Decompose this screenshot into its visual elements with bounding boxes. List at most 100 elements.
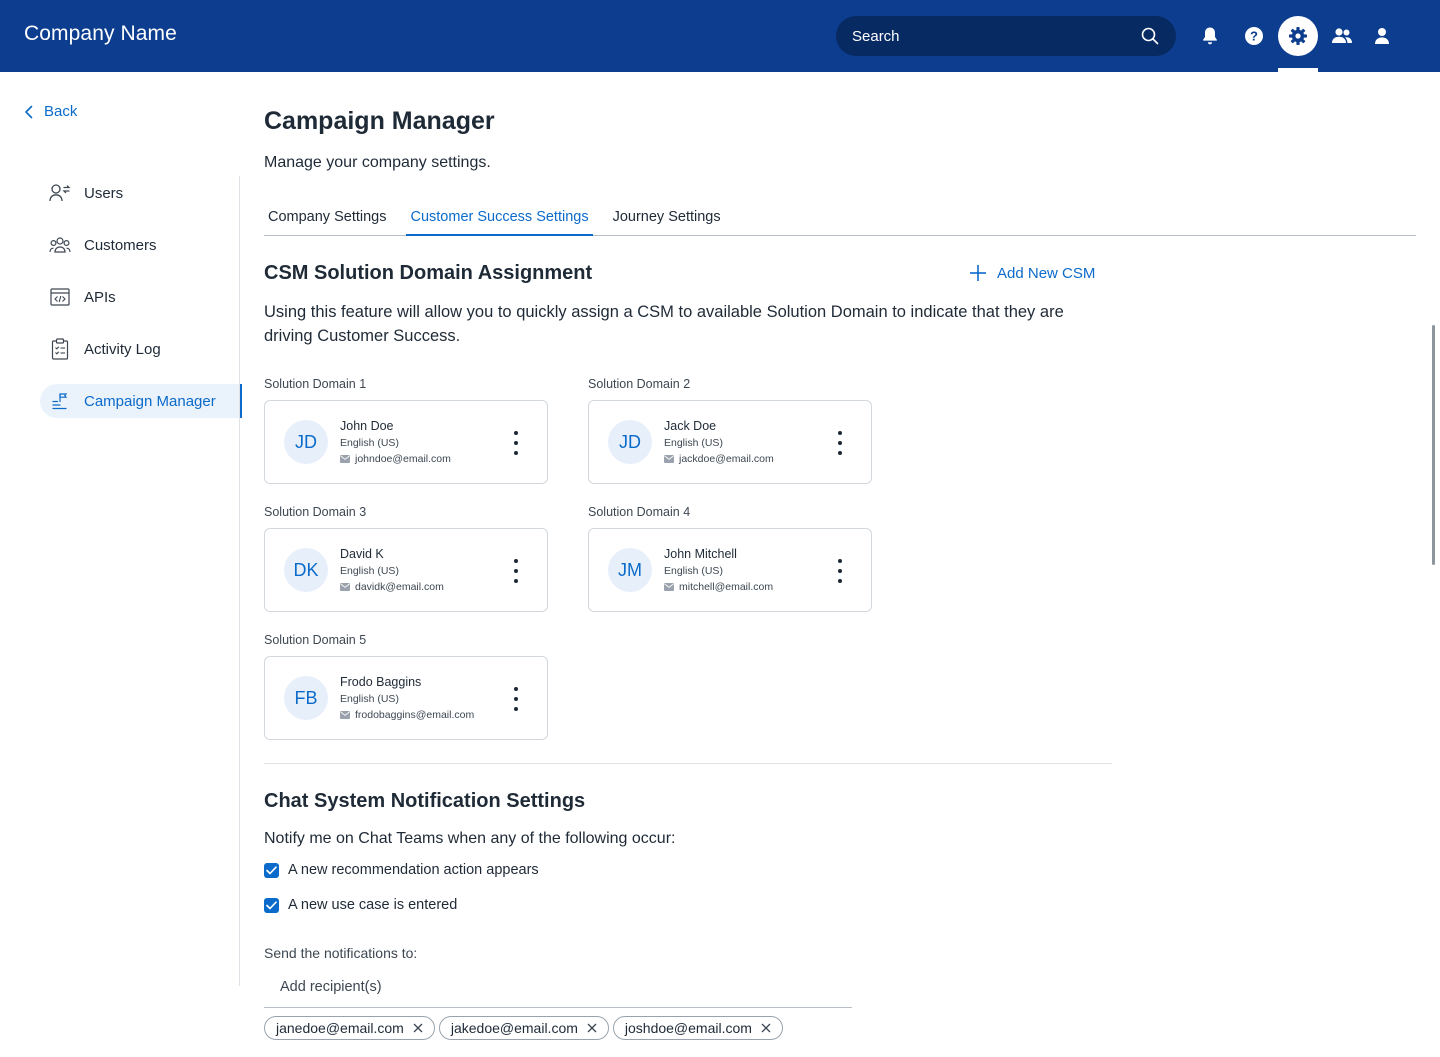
recipient-input[interactable]: Add recipient(s) — [264, 972, 852, 1008]
close-icon[interactable] — [586, 1022, 598, 1034]
plus-icon — [970, 265, 986, 281]
recipient-chips: janedoe@email.com jakedoe@email.com josh… — [264, 1016, 864, 1040]
csm-name: Jack Doe — [664, 419, 717, 433]
csm-email-text: johndoe@email.com — [355, 453, 451, 465]
mail-icon — [340, 711, 350, 719]
domain-label: Solution Domain 1 — [264, 377, 367, 391]
csm-language: English (US) — [664, 565, 723, 577]
avatar: JD — [608, 420, 652, 464]
domain-label: Solution Domain 2 — [588, 377, 691, 391]
brand-name[interactable]: Company Name — [24, 22, 177, 46]
mail-icon — [340, 455, 350, 463]
tab-journey-settings[interactable]: Journey Settings — [609, 200, 725, 236]
checkbox-checked[interactable] — [264, 897, 279, 913]
csm-email-text: mitchell@email.com — [679, 581, 774, 593]
section-divider — [264, 763, 1112, 764]
notification-option[interactable]: A new use case is entered — [264, 897, 457, 913]
people-icon[interactable] — [1322, 16, 1362, 56]
more-options-icon[interactable] — [510, 687, 522, 711]
back-link[interactable]: Back — [24, 103, 77, 120]
customers-icon — [48, 233, 72, 257]
csm-email-text: davidk@email.com — [355, 581, 444, 593]
csm-email: frodobaggins@email.com — [340, 709, 474, 721]
more-options-icon[interactable] — [834, 559, 846, 583]
active-nav-indicator — [1278, 68, 1318, 72]
campaign-icon — [48, 389, 72, 413]
send-to-label: Send the notifications to: — [264, 945, 418, 961]
csm-email: jackdoe@email.com — [664, 453, 774, 465]
back-label: Back — [44, 103, 78, 120]
recipient-chip: jakedoe@email.com — [438, 1016, 609, 1040]
avatar: JD — [284, 420, 328, 464]
csm-language: English (US) — [340, 565, 399, 577]
csm-email-text: jackdoe@email.com — [679, 453, 774, 465]
more-options-icon[interactable] — [510, 431, 522, 455]
users-icon — [48, 181, 72, 205]
avatar: JM — [608, 548, 652, 592]
search-input[interactable]: Search — [852, 28, 1140, 45]
csm-email: johndoe@email.com — [340, 453, 451, 465]
svg-text:?: ? — [1250, 29, 1258, 44]
avatar: DK — [284, 548, 328, 592]
clipboard-icon — [48, 337, 72, 361]
sidebar-item-users[interactable]: Users — [40, 176, 240, 210]
settings-tabs: Company Settings Customer Success Settin… — [264, 200, 1416, 236]
csm-card: JD John Doe English (US) johndoe@email.c… — [264, 400, 548, 484]
recipient-chip: joshdoe@email.com — [612, 1016, 783, 1040]
csm-language: English (US) — [664, 437, 723, 449]
csm-card: JD Jack Doe English (US) jackdoe@email.c… — [588, 400, 872, 484]
domain-label: Solution Domain 3 — [264, 505, 367, 519]
user-icon[interactable] — [1362, 16, 1402, 56]
top-bar: Company Name Search ? — [0, 0, 1440, 72]
csm-name: John Doe — [340, 419, 394, 433]
csm-section-title: CSM Solution Domain Assignment — [264, 262, 593, 284]
close-icon[interactable] — [760, 1022, 772, 1034]
tab-company-settings[interactable]: Company Settings — [264, 200, 390, 236]
search-bar[interactable]: Search — [836, 16, 1176, 56]
bell-icon[interactable] — [1190, 16, 1230, 56]
check-icon — [266, 900, 277, 909]
mail-icon — [664, 583, 674, 591]
check-icon — [266, 865, 277, 874]
sidebar-item-label: Customers — [84, 236, 157, 254]
gear-icon[interactable] — [1278, 16, 1318, 56]
mail-icon — [340, 583, 350, 591]
sidebar-item-activity-log[interactable]: Activity Log — [40, 332, 240, 366]
help-icon[interactable]: ? — [1234, 16, 1274, 56]
recipient-email: joshdoe@email.com — [624, 1020, 752, 1036]
more-options-icon[interactable] — [510, 559, 522, 583]
csm-language: English (US) — [340, 693, 399, 705]
csm-description: Using this feature will allow you to qui… — [264, 303, 1064, 345]
recipient-email: jakedoe@email.com — [450, 1020, 578, 1036]
page-subtitle: Manage your company settings. — [264, 154, 491, 171]
domain-label: Solution Domain 4 — [588, 505, 691, 519]
sidebar-item-customers[interactable]: Customers — [40, 228, 240, 262]
api-icon — [48, 285, 72, 309]
close-icon[interactable] — [412, 1022, 424, 1034]
notification-section-title: Chat System Notification Settings — [264, 790, 586, 812]
csm-email: davidk@email.com — [340, 581, 444, 593]
sidebar-divider — [239, 176, 240, 986]
csm-card: JM John Mitchell English (US) mitchell@e… — [588, 528, 872, 612]
notification-option[interactable]: A new recommendation action appears — [264, 862, 539, 878]
recipient-chip: janedoe@email.com — [264, 1016, 435, 1040]
sidebar-item-campaign-manager[interactable]: Campaign Manager — [40, 384, 242, 418]
more-options-icon[interactable] — [834, 431, 846, 455]
search-icon[interactable] — [1140, 26, 1160, 46]
chevron-left-icon — [25, 105, 33, 118]
csm-card: DK David K English (US) davidk@email.com — [264, 528, 548, 612]
csm-name: David K — [340, 547, 384, 561]
csm-name: Frodo Baggins — [340, 675, 422, 689]
sidebar-item-label: Users — [84, 184, 124, 202]
notification-option-label: A new recommendation action appears — [288, 862, 539, 878]
page-title: Campaign Manager — [264, 107, 495, 135]
checkbox-checked[interactable] — [264, 862, 279, 878]
add-new-csm-button[interactable]: Add New CSM — [968, 263, 1095, 283]
sidebar-item-label: APIs — [84, 288, 116, 306]
domain-label: Solution Domain 5 — [264, 633, 367, 647]
tab-customer-success-settings[interactable]: Customer Success Settings — [406, 200, 593, 236]
sidebar-item-apis[interactable]: APIs — [40, 280, 240, 314]
notification-lead: Notify me on Chat Teams when any of the … — [264, 830, 676, 847]
avatar: FB — [284, 676, 328, 720]
scrollbar[interactable] — [1432, 325, 1435, 565]
